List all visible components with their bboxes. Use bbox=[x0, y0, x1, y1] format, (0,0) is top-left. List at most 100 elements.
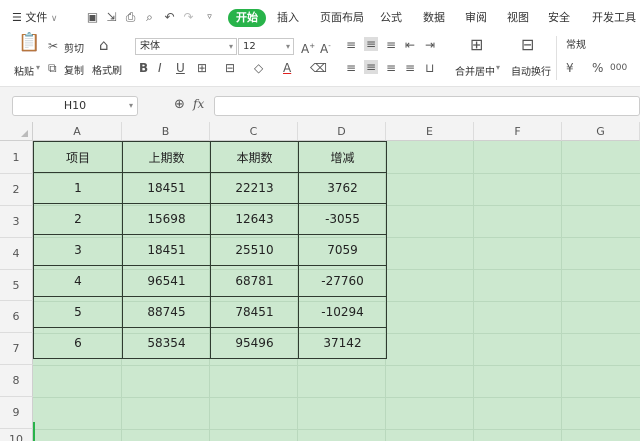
export-pdf-icon[interactable]: ⇲ bbox=[105, 11, 118, 24]
increase-indent-icon[interactable]: ⇥ bbox=[425, 38, 435, 52]
tab-review[interactable]: 审阅 bbox=[465, 9, 487, 27]
table-cell[interactable]: -10294 bbox=[298, 296, 387, 328]
borders-icon[interactable]: ⊞ bbox=[197, 61, 207, 75]
row-header-5[interactable]: 5 bbox=[0, 270, 33, 301]
thousands-separator-icon[interactable]: 000 bbox=[610, 61, 627, 75]
redo-icon[interactable]: ↷ bbox=[182, 11, 195, 24]
formula-bar: H10 ▾ ⊕ fx bbox=[0, 86, 640, 122]
row-header-1[interactable]: 1 bbox=[0, 141, 33, 174]
table-cell[interactable]: 5 bbox=[33, 296, 123, 328]
clear-format-icon[interactable]: ⌫ bbox=[310, 61, 327, 75]
row-header-10[interactable]: 10 bbox=[0, 429, 33, 441]
zoom-icon[interactable]: ⊕ bbox=[174, 97, 185, 112]
table-cell[interactable]: -3055 bbox=[298, 203, 387, 235]
main-menu-button[interactable]: ☰ 文件 ∨ bbox=[12, 9, 57, 27]
tab-view[interactable]: 视图 bbox=[507, 9, 529, 27]
table-cell[interactable]: 96541 bbox=[122, 265, 211, 297]
increase-font-icon[interactable]: A+ bbox=[301, 39, 315, 56]
font-name-select[interactable]: 宋体 ▾ bbox=[135, 38, 237, 55]
column-header-d[interactable]: D bbox=[298, 122, 386, 141]
table-cell[interactable]: 95496 bbox=[210, 327, 299, 359]
align-right-icon[interactable]: ≡ bbox=[386, 61, 396, 75]
percent-icon[interactable]: % bbox=[592, 61, 603, 75]
font-size-select[interactable]: 12 ▾ bbox=[238, 38, 294, 55]
table-cell[interactable]: 3762 bbox=[298, 172, 387, 204]
table-cell[interactable]: 25510 bbox=[210, 234, 299, 266]
table-cell[interactable]: 18451 bbox=[122, 172, 211, 204]
header-cell-change[interactable]: 增减 bbox=[298, 141, 387, 173]
table-cell[interactable]: 2 bbox=[33, 203, 123, 235]
tab-formulas[interactable]: 公式 bbox=[380, 9, 402, 27]
table-cell[interactable]: 3 bbox=[33, 234, 123, 266]
tab-data[interactable]: 数据 bbox=[423, 9, 445, 27]
fill-color-icon[interactable]: ◇ bbox=[254, 61, 263, 75]
row-header-7[interactable]: 7 bbox=[0, 333, 33, 365]
fill-pattern-icon[interactable]: ⊟ bbox=[225, 61, 235, 75]
distributed-icon[interactable]: ⊔ bbox=[425, 61, 434, 75]
justify-icon[interactable]: ≡ bbox=[405, 61, 415, 75]
align-left-icon[interactable]: ≡ bbox=[346, 61, 356, 75]
row-header-4[interactable]: 4 bbox=[0, 238, 33, 270]
row-header-3[interactable]: 3 bbox=[0, 206, 33, 238]
customize-toolbar-icon[interactable]: ▿ bbox=[203, 11, 216, 24]
save-icon[interactable]: ▣ bbox=[86, 11, 99, 24]
gridline bbox=[561, 141, 562, 441]
column-header-a[interactable]: A bbox=[33, 122, 122, 141]
table-cell[interactable]: 58354 bbox=[122, 327, 211, 359]
table-cell[interactable]: 78451 bbox=[210, 296, 299, 328]
name-box[interactable]: H10 ▾ bbox=[12, 96, 138, 116]
currency-icon[interactable]: ¥ bbox=[566, 61, 574, 75]
decrease-indent-icon[interactable]: ⇤ bbox=[405, 38, 415, 52]
column-header-e[interactable]: E bbox=[386, 122, 474, 141]
align-middle-icon[interactable]: ≡ bbox=[364, 37, 379, 51]
align-bottom-icon[interactable]: ≡ bbox=[386, 38, 396, 52]
header-cell-item[interactable]: 项目 bbox=[33, 141, 123, 173]
table-cell[interactable]: 15698 bbox=[122, 203, 211, 235]
table-cell[interactable]: 12643 bbox=[210, 203, 299, 235]
table-row: 1 18451 22213 3762 bbox=[33, 172, 387, 204]
cell-area[interactable]: 项目 上期数 本期数 增减 1 18451 22213 3762 2 15698… bbox=[33, 141, 640, 441]
table-cell[interactable]: 22213 bbox=[210, 172, 299, 204]
header-cell-previous[interactable]: 上期数 bbox=[122, 141, 211, 173]
function-icon[interactable]: fx bbox=[193, 97, 204, 111]
formula-input[interactable] bbox=[214, 96, 640, 116]
gridline bbox=[33, 429, 640, 430]
tab-developer[interactable]: 开发工具 bbox=[592, 9, 636, 27]
row-header-2[interactable]: 2 bbox=[0, 174, 33, 206]
column-header-b[interactable]: B bbox=[122, 122, 210, 141]
tab-home[interactable]: 开始 bbox=[228, 9, 266, 27]
align-top-icon[interactable]: ≡ bbox=[346, 38, 356, 52]
table-cell[interactable]: 37142 bbox=[298, 327, 387, 359]
row-header-8[interactable]: 8 bbox=[0, 365, 33, 397]
row-header-9[interactable]: 9 bbox=[0, 397, 33, 429]
table-cell[interactable]: 68781 bbox=[210, 265, 299, 297]
table-cell[interactable]: 7059 bbox=[298, 234, 387, 266]
print-preview-icon[interactable]: ⌕ bbox=[143, 11, 156, 24]
table-cell[interactable]: -27760 bbox=[298, 265, 387, 297]
font-size-value: 12 bbox=[243, 41, 256, 52]
column-header-c[interactable]: C bbox=[210, 122, 298, 141]
table-cell[interactable]: 18451 bbox=[122, 234, 211, 266]
select-all-corner[interactable] bbox=[0, 122, 33, 141]
align-center-icon[interactable]: ≡ bbox=[364, 60, 379, 74]
table-cell[interactable]: 1 bbox=[33, 172, 123, 204]
header-cell-current[interactable]: 本期数 bbox=[210, 141, 299, 173]
row-header-6[interactable]: 6 bbox=[0, 301, 33, 333]
tab-security[interactable]: 安全 bbox=[548, 9, 570, 27]
tab-page-layout[interactable]: 页面布局 bbox=[320, 9, 364, 27]
column-header-g[interactable]: G bbox=[562, 122, 640, 141]
table-cell[interactable]: 6 bbox=[33, 327, 123, 359]
column-header-f[interactable]: F bbox=[474, 122, 562, 141]
font-color-icon[interactable]: A bbox=[283, 61, 291, 75]
undo-icon[interactable]: ↶ bbox=[163, 11, 176, 24]
italic-icon[interactable]: I bbox=[158, 61, 162, 75]
bold-icon[interactable]: B bbox=[139, 61, 148, 75]
number-format-select[interactable]: 常规 bbox=[562, 38, 640, 55]
underline-icon[interactable]: U bbox=[176, 61, 185, 75]
table-cell[interactable]: 4 bbox=[33, 265, 123, 297]
merge-cells-icon: ⊞ bbox=[470, 35, 484, 54]
tab-insert[interactable]: 插入 bbox=[277, 9, 299, 27]
table-cell[interactable]: 88745 bbox=[122, 296, 211, 328]
decrease-font-icon[interactable]: A- bbox=[320, 39, 331, 56]
print-icon[interactable]: ⎙ bbox=[124, 11, 137, 24]
